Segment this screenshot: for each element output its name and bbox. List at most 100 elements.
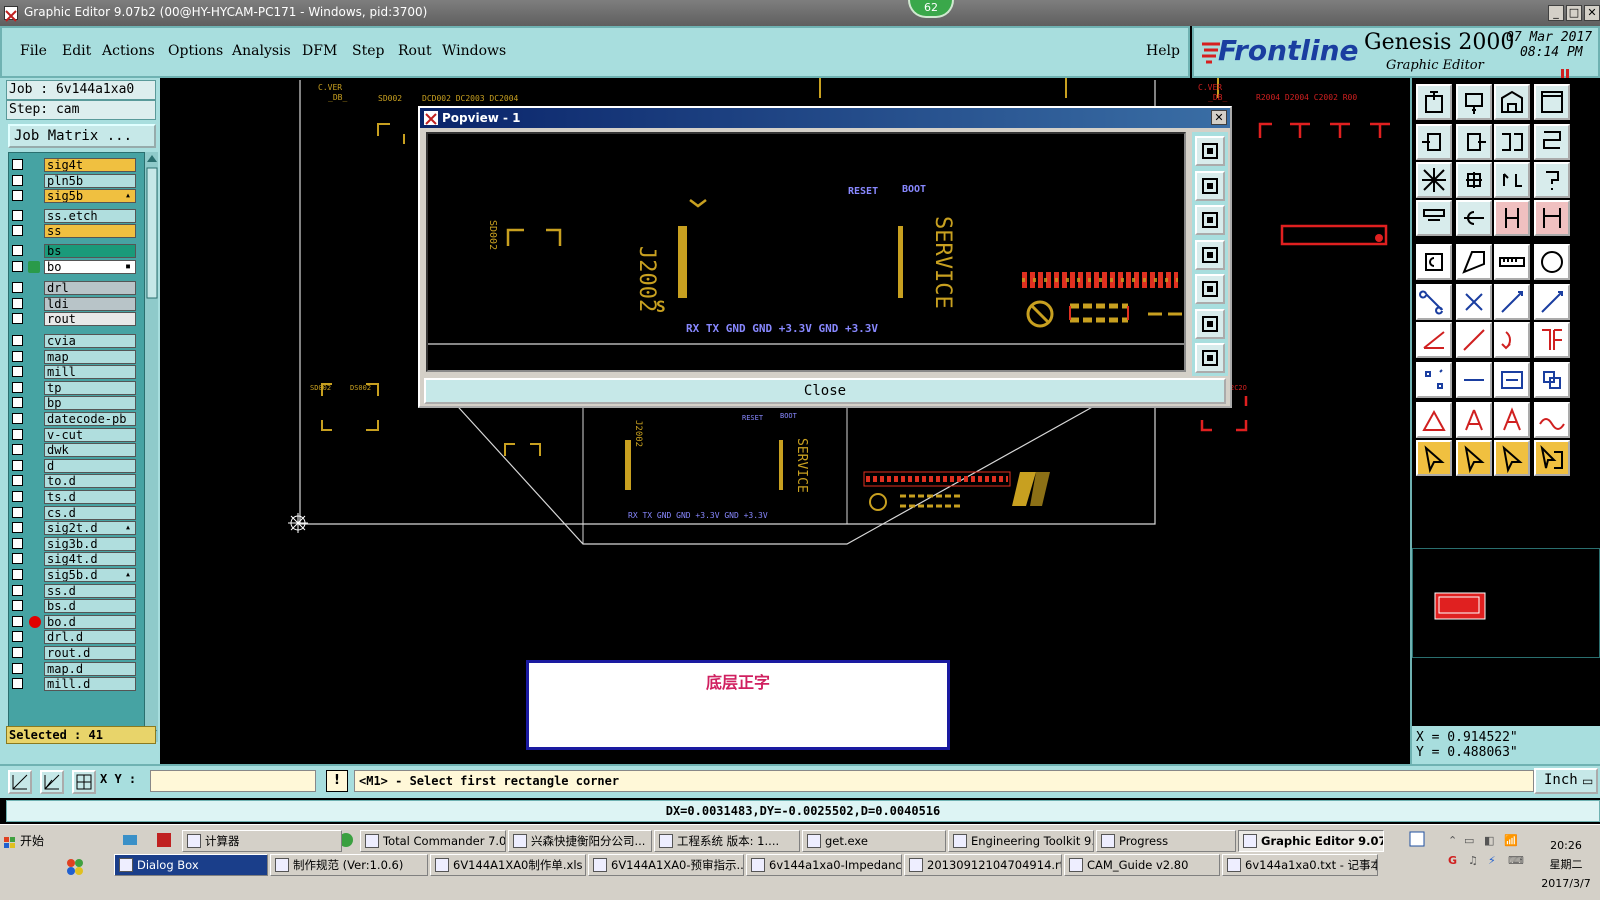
taskbar-button[interactable]: 兴森快捷衡阳分公司... — [508, 830, 652, 852]
layer-checkbox[interactable] — [12, 522, 23, 534]
pointer-icon[interactable] — [1416, 440, 1452, 476]
zoom-right-icon[interactable] — [1195, 274, 1225, 304]
layer-down-icon[interactable] — [1456, 84, 1492, 120]
layer-row-bo[interactable]: bo ▪ — [10, 259, 140, 274]
layer-row-dwk[interactable]: dwk — [10, 443, 140, 458]
wave-icon[interactable] — [1534, 402, 1570, 438]
layer-row-ss-etch[interactable]: ss.etch — [10, 208, 140, 223]
desktop-icon[interactable] — [66, 858, 84, 876]
resize-icon[interactable] — [1494, 362, 1530, 398]
taskbar-button[interactable]: 6V144A1XA0-预审指示.... — [588, 854, 744, 876]
layer-checkbox[interactable] — [12, 297, 23, 309]
menu-options[interactable]: Options — [168, 43, 223, 59]
move-left-icon[interactable] — [1416, 124, 1452, 160]
select-icon[interactable] — [1456, 440, 1492, 476]
layer-row-datecode-pb[interactable]: datecode-pb — [10, 412, 140, 426]
layer-row-sig2t-d[interactable]: sig2t.d ▴ — [10, 521, 140, 536]
layer-row-sig4t-d[interactable]: sig4t.d — [10, 552, 140, 567]
layer-row-bp[interactable]: bp — [10, 396, 140, 411]
layer-checkbox[interactable] — [12, 662, 23, 674]
minimize-button[interactable]: _ — [1548, 5, 1564, 21]
copy-icon[interactable] — [1534, 362, 1570, 398]
pad-icon[interactable] — [1416, 244, 1452, 280]
layer-row-ss[interactable]: ss — [10, 224, 140, 239]
layer-row-ss-d[interactable]: ss.d — [10, 583, 140, 598]
layer-row-map-d[interactable]: map.d — [10, 661, 140, 676]
alert-icon[interactable]: ! — [326, 770, 348, 792]
menu-edit[interactable]: Edit — [62, 43, 91, 59]
layer-row-map[interactable]: map — [10, 349, 140, 364]
taskbar-button[interactable]: CAM_Guide v2.80 — [1064, 854, 1220, 876]
menu-actions[interactable]: Actions — [102, 43, 155, 59]
layer-checkbox[interactable] — [12, 491, 23, 502]
layer-checkbox[interactable] — [12, 174, 23, 186]
taskbar-button[interactable]: 6V144A1XA0制作单.xls ... — [430, 854, 586, 876]
maximize-button[interactable]: □ — [1566, 5, 1582, 21]
layer-row-v-cut[interactable]: v-cut — [10, 427, 140, 442]
layer-row-ldi[interactable]: ldi — [10, 296, 140, 311]
taskbar-button[interactable]: Graphic Editor 9.07... — [1238, 830, 1384, 852]
system-tray[interactable]: ⌃ ▭ ◧ 📶 G ♫ ⚡ ⌨ — [1448, 832, 1538, 872]
popview-close-x-button[interactable]: ✕ — [1211, 110, 1227, 125]
arrow-up-icon[interactable] — [1456, 402, 1492, 438]
zoom-page-icon[interactable] — [1195, 205, 1225, 235]
layer-checkbox[interactable] — [12, 245, 23, 256]
layer-checkbox[interactable] — [12, 350, 23, 362]
cross-icon[interactable] — [1456, 284, 1492, 320]
layer-checkbox[interactable] — [12, 313, 23, 325]
layer-checkbox[interactable] — [12, 366, 23, 378]
layer-row-drl-d[interactable]: drl.d — [10, 630, 140, 645]
menu-rout[interactable]: Rout — [398, 43, 432, 59]
menu-help[interactable]: Help — [1146, 43, 1180, 59]
layer-checkbox[interactable] — [12, 209, 23, 221]
zoom-home-icon[interactable] — [8, 770, 32, 794]
layer-row-sig5b[interactable]: sig5b ▴ — [10, 189, 140, 204]
popview-close-button[interactable]: Close — [424, 378, 1226, 404]
menu-dfm[interactable]: DFM — [302, 43, 337, 59]
layer-list-scrollbar[interactable] — [144, 152, 158, 742]
filter-icon[interactable] — [1416, 200, 1452, 236]
layer-checkbox[interactable] — [12, 159, 23, 170]
taskbar-button[interactable]: 工程系统 版本: 1.... — [654, 830, 800, 852]
layer-row-bs[interactable]: bs — [10, 244, 140, 258]
layer-checkbox[interactable] — [12, 600, 23, 612]
line-red-icon[interactable] — [1534, 284, 1570, 320]
menu-step[interactable]: Step — [352, 43, 384, 59]
layer-row-mill-d[interactable]: mill.d — [10, 677, 140, 692]
edit-shape-icon[interactable] — [1456, 244, 1492, 280]
dots-icon[interactable] — [1416, 362, 1452, 398]
drill-icon[interactable] — [1456, 200, 1492, 236]
taskbar-button[interactable]: 6v144a1xa0-Impedance ... — [746, 854, 902, 876]
layer-checkbox[interactable] — [12, 647, 23, 658]
flip-icon[interactable] — [1494, 124, 1530, 160]
scale-1-2-icon[interactable] — [1494, 162, 1530, 198]
layer-checkbox[interactable] — [12, 569, 23, 580]
pdf-icon[interactable] — [156, 832, 172, 848]
layer-checkbox[interactable] — [12, 413, 23, 424]
layer-checkbox[interactable] — [12, 225, 23, 237]
connect-icon[interactable] — [1416, 284, 1452, 320]
layer-checkbox[interactable] — [12, 282, 23, 294]
layer-checkbox[interactable] — [12, 475, 23, 487]
slash-icon[interactable] — [1456, 322, 1492, 358]
letter-a-icon[interactable] — [1494, 402, 1530, 438]
fit-icon[interactable] — [1195, 308, 1225, 339]
job-matrix-button[interactable]: Job Matrix ... — [8, 124, 156, 148]
home-icon[interactable] — [1494, 84, 1530, 120]
layer-row-sig4t[interactable]: sig4t — [10, 158, 140, 172]
layer-row-sig5b-d[interactable]: sig5b.d ▴ — [10, 568, 140, 582]
layer-checkbox[interactable] — [12, 615, 23, 627]
netlist-icon[interactable] — [1494, 200, 1530, 236]
layer-row-ts-d[interactable]: ts.d — [10, 490, 140, 504]
layer-row-rout[interactable]: rout — [10, 312, 140, 327]
layer-row-cs-d[interactable]: cs.d — [10, 505, 140, 520]
taskbar-button[interactable]: 制作规范 (Ver:1.0.6) — [270, 854, 428, 876]
minus-icon[interactable] — [1456, 362, 1492, 398]
layer-checkbox[interactable] — [12, 584, 23, 596]
layer-checkbox[interactable] — [12, 190, 23, 202]
tray-language-icon[interactable] — [1408, 830, 1426, 848]
zoom-in-icon[interactable] — [1195, 136, 1225, 166]
angle-icon[interactable] — [1416, 322, 1452, 358]
taskbar-button[interactable]: Dialog Box — [114, 854, 268, 876]
clock[interactable]: 20:26 星期二 2017/3/7 — [1532, 836, 1600, 893]
